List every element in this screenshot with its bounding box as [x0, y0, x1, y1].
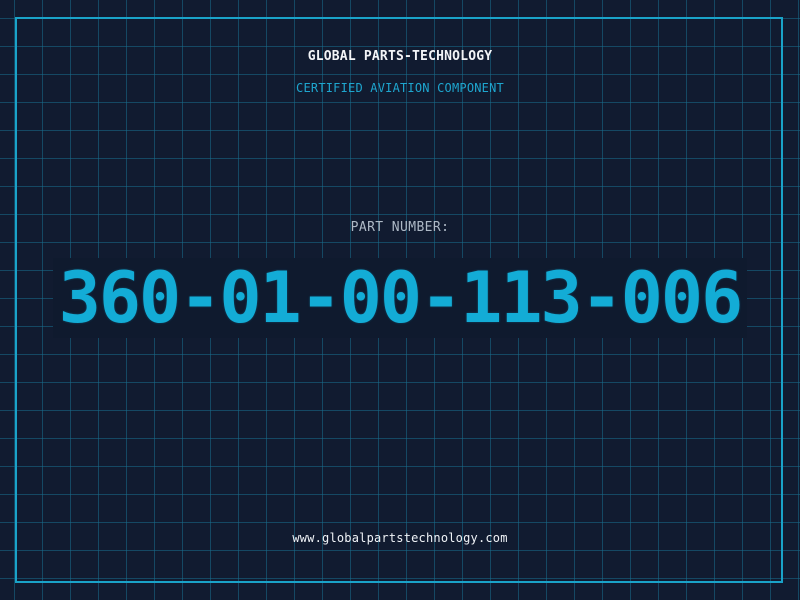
certification-tagline: CERTIFIED AVIATION COMPONENT: [296, 81, 504, 95]
website-url: www.globalpartstechnology.com: [292, 531, 508, 545]
part-number-value: 360-01-00-113-006: [52, 258, 748, 338]
company-name: GLOBAL PARTS-TECHNOLOGY: [307, 49, 493, 64]
part-label-card: GLOBAL PARTS-TECHNOLOGY CERTIFIED AVIATI…: [0, 0, 800, 600]
part-number-label: PART NUMBER:: [350, 220, 450, 235]
part-number-band: 360-01-00-113-006: [0, 258, 800, 338]
